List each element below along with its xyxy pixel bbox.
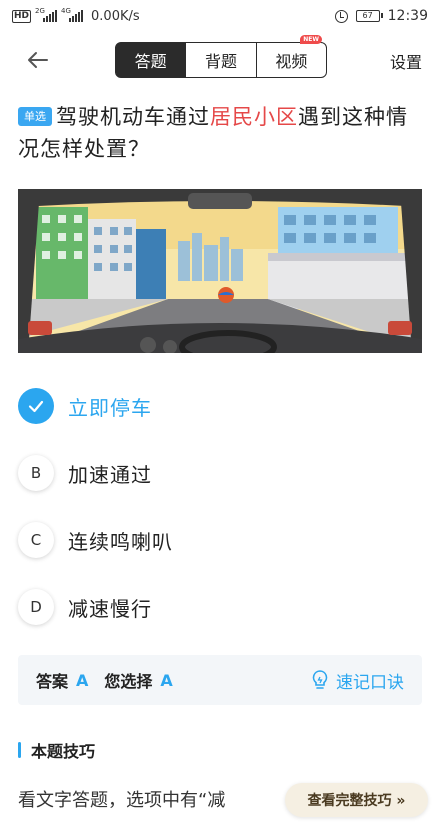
question-type-badge: 单选 [18,107,52,126]
option-letter: D [18,589,54,625]
tips-title: 本题技巧 [18,738,95,762]
answer-panel: 答案 A 您选择 A 速记口诀 [18,655,422,705]
view-full-tips-button[interactable]: 查看完整技巧 » [285,783,428,817]
question-text: 单选 驾驶机动车通过居民小区遇到这种情况怎样处置？ [18,105,408,161]
option-text: 加速通过 [68,462,152,487]
lightbulb-icon [312,670,328,689]
question-highlight: 居民小区 [210,105,298,129]
alarm-icon [334,9,348,23]
tab-memorize[interactable]: 背题 [186,43,257,77]
hd-icon: HD [12,9,32,23]
option-d[interactable]: D 减速慢行 [18,585,418,629]
signal-icon: 2G [35,7,58,22]
question-image[interactable] [18,189,422,353]
tab-video[interactable]: 视频 NEW [257,35,326,77]
tab-answer[interactable]: 答题 [116,43,187,77]
answer-value: A [76,670,89,690]
status-bar: HD 2G 4G 0.00K/s 67 12:39 [0,0,440,32]
option-b[interactable]: B 加速通过 [18,451,418,495]
option-text: 减速慢行 [68,596,152,621]
signal-icon-2: 4G [61,7,84,22]
mode-switcher: 答题 背题 视频 NEW [115,35,327,78]
option-letter: B [18,455,54,491]
clock: 12:39 [387,8,428,24]
answer-label: 答案 [36,672,69,691]
network-speed: 0.00K/s [91,8,140,24]
choice-value: A [160,670,173,690]
new-badge: NEW [300,35,322,44]
option-c[interactable]: C 连续鸣喇叭 [18,518,418,562]
back-arrow-icon[interactable] [26,48,50,72]
option-letter: C [18,522,54,558]
choice-label: 您选择 [104,672,153,691]
memo-button[interactable]: 速记口诀 [310,668,404,693]
option-a[interactable]: 立即停车 [18,384,418,428]
option-text: 立即停车 [68,395,152,420]
settings-button[interactable]: 设置 [390,49,422,73]
checkmark-icon [18,388,54,424]
battery-icon: 67 [355,10,383,22]
option-text: 连续鸣喇叭 [68,529,173,554]
top-nav: 答题 背题 视频 NEW 设置 [0,32,440,88]
